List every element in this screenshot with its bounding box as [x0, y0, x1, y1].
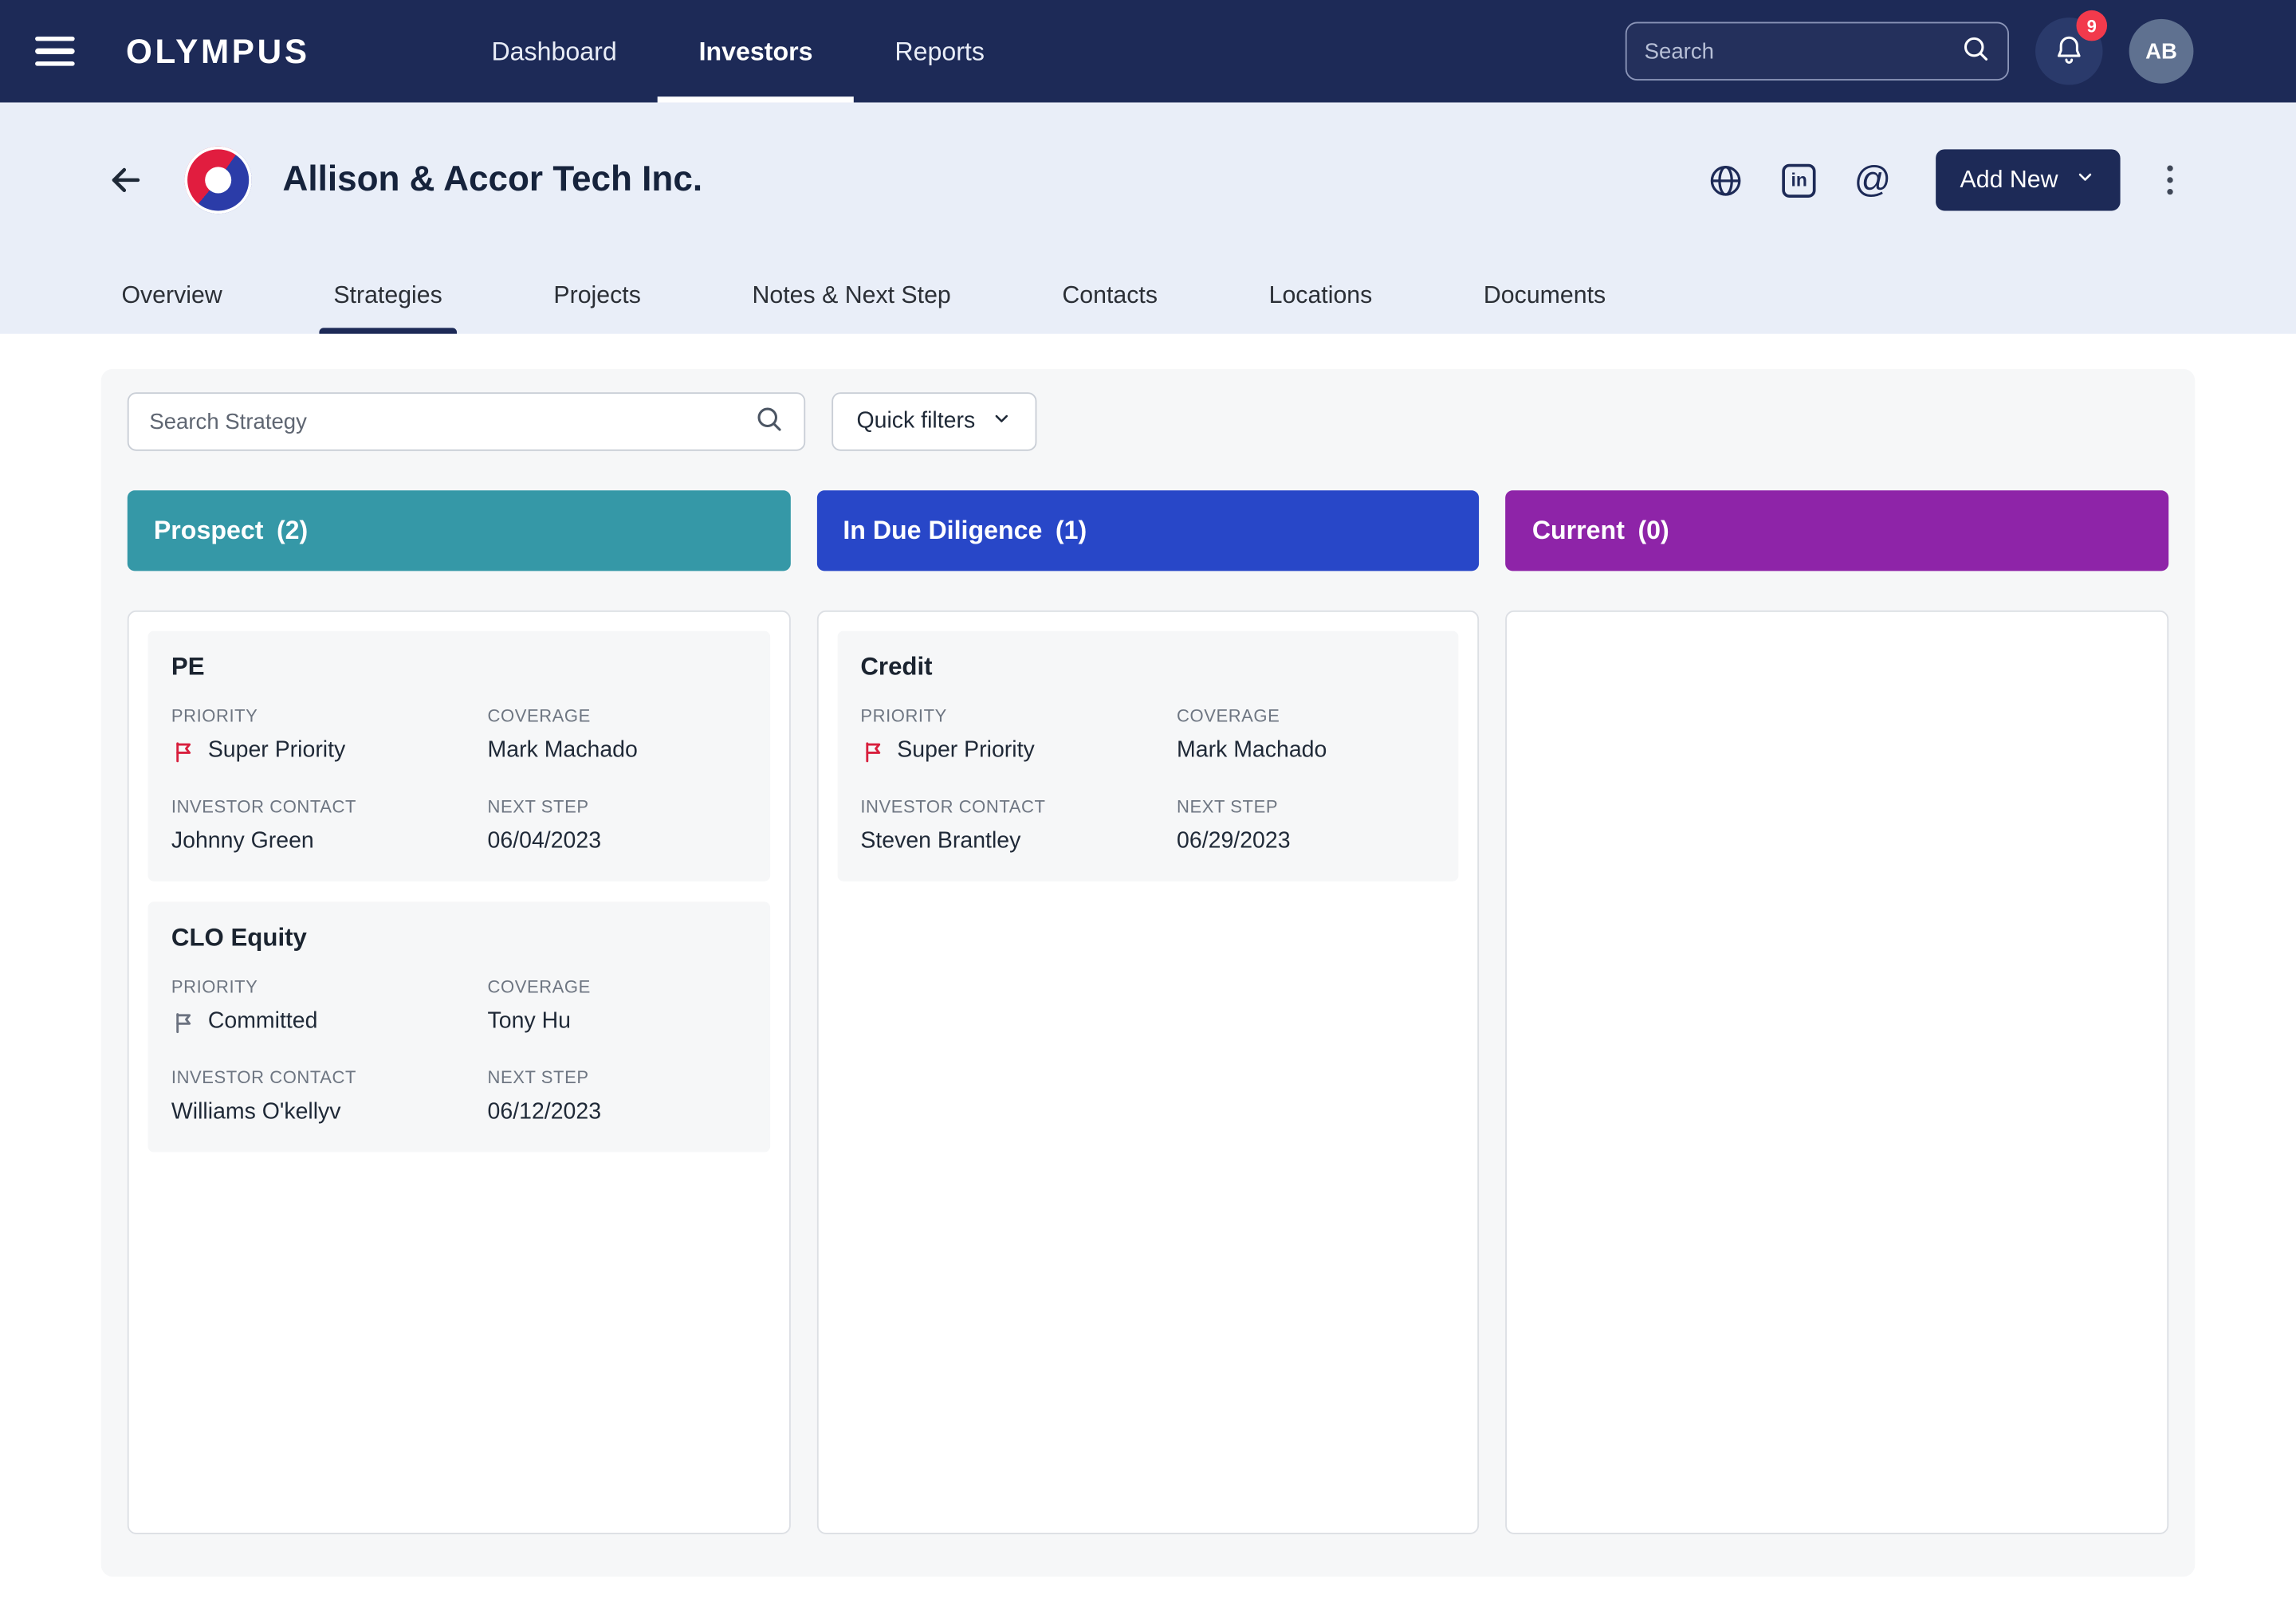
primary-nav: Dashboard Investors Reports	[450, 0, 1025, 103]
kanban-column-in-due-diligence: In Due Diligence (1) Credit PRIORITY Sup…	[816, 490, 1479, 1534]
investor-contact-value: Williams O'kellyv	[171, 1099, 488, 1125]
priority-value: Committed	[171, 1009, 488, 1035]
global-search[interactable]	[1626, 22, 2009, 81]
coverage-label: COVERAGE	[488, 705, 747, 726]
kanban-column-prospect: Prospect (2) PE PRIORITY Super Priority …	[128, 490, 790, 1534]
next-step-label: NEXT STEP	[488, 796, 747, 817]
more-options-icon[interactable]	[2157, 156, 2181, 204]
user-avatar[interactable]: AB	[2129, 19, 2194, 84]
search-icon	[1960, 33, 1990, 69]
linkedin-icon[interactable]: in	[1783, 163, 1816, 197]
coverage-label: COVERAGE	[488, 976, 747, 997]
tab-notes-next-step[interactable]: Notes & Next Step	[749, 257, 954, 334]
column-header-current: Current (0)	[1506, 490, 2168, 571]
priority-label: PRIORITY	[171, 976, 488, 997]
next-step-label: NEXT STEP	[1177, 796, 1436, 817]
priority-flag-icon	[860, 739, 885, 764]
column-title: Prospect	[154, 516, 264, 547]
kanban-column-current: Current (0)	[1506, 490, 2168, 1534]
investor-contact-value: Steven Brantley	[860, 829, 1177, 855]
entity-tabs: Overview Strategies Projects Notes & Nex…	[0, 257, 2296, 334]
next-step-value: 06/12/2023	[488, 1099, 747, 1125]
column-header-prospect: Prospect (2)	[128, 490, 790, 571]
add-new-button[interactable]: Add New	[1935, 149, 2119, 210]
back-button[interactable]	[100, 154, 152, 206]
strategy-search[interactable]	[128, 392, 805, 450]
nav-item-investors[interactable]: Investors	[658, 0, 854, 103]
hamburger-menu-icon[interactable]	[35, 22, 93, 81]
strategy-card-clo-equity[interactable]: CLO Equity PRIORITY Committed COVERAGE T…	[148, 901, 770, 1152]
coverage-value: Mark Machado	[488, 738, 747, 764]
column-body-prospect: PE PRIORITY Super Priority COVERAGE Mark…	[128, 611, 790, 1534]
strategy-card-title: PE	[171, 653, 746, 682]
column-body-current	[1506, 611, 2168, 1534]
column-body-in-due-diligence: Credit PRIORITY Super Priority COVERAGE …	[816, 611, 1479, 1534]
strategy-card-title: Credit	[860, 653, 1435, 682]
quick-filters-button[interactable]: Quick filters	[832, 392, 1036, 450]
priority-flag-icon	[171, 1009, 196, 1034]
tab-overview[interactable]: Overview	[119, 257, 226, 334]
brand-logo: OLYMPUS	[126, 31, 310, 71]
investor-contact-value: Johnny Green	[171, 829, 488, 855]
notification-badge: 9	[2076, 10, 2107, 41]
priority-value: Super Priority	[171, 738, 488, 764]
priority-value: Super Priority	[860, 738, 1177, 764]
column-title: Current	[1532, 516, 1625, 547]
next-step-value: 06/29/2023	[1177, 829, 1436, 855]
column-title: In Due Diligence	[843, 516, 1042, 547]
next-step-value: 06/04/2023	[488, 829, 747, 855]
strategy-search-input[interactable]	[149, 409, 754, 434]
strategies-board-panel: Quick filters Prospect (2) PE PRIORITY	[101, 369, 2196, 1577]
top-navigation-bar: OLYMPUS Dashboard Investors Reports 9	[0, 0, 2296, 103]
strategy-card-title: CLO Equity	[171, 924, 746, 953]
website-globe-icon[interactable]	[1708, 162, 1744, 198]
column-count: (0)	[1637, 516, 1669, 547]
company-logo	[184, 147, 251, 214]
priority-label: PRIORITY	[860, 705, 1177, 726]
chevron-down-icon	[991, 408, 1012, 436]
tab-strategies[interactable]: Strategies	[331, 257, 446, 334]
investor-contact-label: INVESTOR CONTACT	[860, 796, 1177, 817]
priority-label: PRIORITY	[171, 705, 488, 726]
tab-locations[interactable]: Locations	[1266, 257, 1375, 334]
coverage-value: Tony Hu	[488, 1009, 747, 1035]
strategy-card-pe[interactable]: PE PRIORITY Super Priority COVERAGE Mark…	[148, 631, 770, 882]
board-toolbar: Quick filters	[128, 392, 2168, 450]
chevron-down-icon	[2074, 166, 2095, 194]
nav-item-dashboard[interactable]: Dashboard	[450, 0, 658, 103]
search-icon	[754, 403, 784, 440]
investor-contact-label: INVESTOR CONTACT	[171, 796, 488, 817]
next-step-label: NEXT STEP	[488, 1067, 747, 1088]
global-search-input[interactable]	[1645, 39, 1961, 64]
bell-icon	[2053, 33, 2085, 69]
notifications-button[interactable]: 9	[2035, 18, 2102, 84]
tab-documents[interactable]: Documents	[1480, 257, 1609, 334]
nav-item-reports[interactable]: Reports	[854, 0, 1025, 103]
tab-contacts[interactable]: Contacts	[1060, 257, 1161, 334]
page-title: Allison & Accor Tech Inc.	[282, 159, 702, 200]
column-count: (2)	[277, 516, 308, 547]
strategy-card-credit[interactable]: Credit PRIORITY Super Priority COVERAGE …	[837, 631, 1459, 882]
kanban-board: Prospect (2) PE PRIORITY Super Priority …	[128, 490, 2168, 1534]
coverage-label: COVERAGE	[1177, 705, 1436, 726]
column-header-in-due-diligence: In Due Diligence (1)	[816, 490, 1479, 571]
investor-contact-label: INVESTOR CONTACT	[171, 1067, 488, 1088]
column-count: (1)	[1056, 516, 1087, 547]
at-mention-icon[interactable]: @	[1854, 162, 1892, 198]
company-header-section: Allison & Accor Tech Inc. in @ Add New	[0, 103, 2296, 334]
priority-flag-icon	[171, 739, 196, 764]
app-root: OLYMPUS Dashboard Investors Reports 9	[0, 0, 2296, 1618]
coverage-value: Mark Machado	[1177, 738, 1436, 764]
tab-projects[interactable]: Projects	[551, 257, 644, 334]
